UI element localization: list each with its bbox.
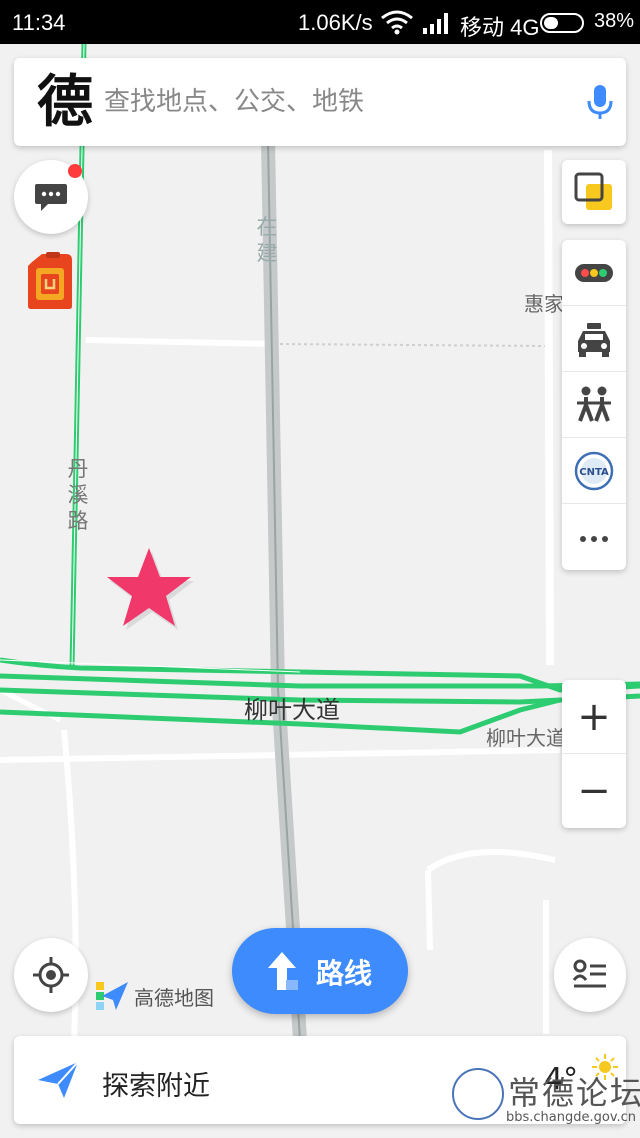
taxi-icon [578, 323, 610, 357]
road-label-char: 在 [256, 215, 278, 239]
layers-icon [574, 172, 612, 210]
fuel-can-icon[interactable] [26, 252, 74, 310]
more-button[interactable] [562, 504, 626, 570]
search-bar[interactable]: 德 [14, 58, 626, 146]
microphone-icon[interactable] [580, 82, 620, 122]
road-label-char: 路 [67, 509, 89, 533]
amap-logo-icon [96, 982, 128, 1010]
road-label-construction: 在 建 [255, 214, 279, 266]
road-label-liuye-side: 柳叶大道 [486, 726, 566, 750]
notification-dot [68, 164, 82, 178]
people-icon [577, 386, 611, 422]
traffic-button[interactable] [562, 240, 626, 306]
traffic-light-icon [575, 264, 613, 282]
forum-watermark: 常德论坛 bbs.changde.gov.cn [446, 1068, 640, 1132]
explore-nearby-label: 探索附近 [102, 1071, 210, 1102]
carrier-label: 移动 4G [460, 15, 540, 40]
battery-percent: 38% [594, 10, 635, 32]
right-toolbar: CNTA [562, 240, 626, 570]
chat-bubble-icon [35, 184, 67, 211]
search-input[interactable] [104, 80, 544, 124]
zoom-in-button[interactable]: + [562, 680, 626, 754]
status-time: 11:34 [12, 10, 66, 35]
layers-button[interactable] [562, 160, 626, 224]
road-label-danxi: 丹 溪 路 [66, 456, 90, 534]
cnta-text: CNTA [579, 467, 609, 478]
route-arrow-icon [268, 952, 298, 990]
battery-icon [540, 13, 584, 33]
network-speed: 1.06K/s [298, 10, 373, 35]
watermark-url: bbs.changde.gov.cn [506, 1110, 637, 1125]
brand-name: 高德地图 [134, 986, 214, 1010]
message-button[interactable] [14, 160, 88, 234]
watermark-title: 常德论坛 [508, 1074, 640, 1112]
road-label-char: 溪 [67, 483, 89, 507]
cell-signal-icon [423, 13, 448, 34]
list-card-icon [572, 959, 606, 988]
forum-seal-icon [452, 1068, 504, 1120]
wifi-icon [381, 10, 413, 35]
tourism-button[interactable]: CNTA [562, 438, 626, 504]
zoom-out-button[interactable]: − [562, 754, 626, 828]
crosshair-icon [33, 957, 69, 993]
more-dots-icon [580, 536, 608, 542]
zoom-controls: + − [562, 680, 626, 828]
road-label-char: 建 [256, 241, 278, 265]
favorite-star-marker[interactable] [104, 544, 194, 630]
list-view-button[interactable] [554, 938, 626, 1012]
people-button[interactable] [562, 372, 626, 438]
city-logo: 德 [37, 69, 93, 135]
road-label-char: 丹 [67, 457, 89, 481]
road-label-liuye-main: 柳叶大道 [244, 696, 340, 724]
status-bar: 11:34 1.06K/s 移动 4G 38% [0, 0, 640, 44]
paper-plane-icon [38, 1061, 79, 1098]
cnta-badge-icon: CNTA [574, 451, 614, 491]
route-label: 路线 [316, 957, 373, 990]
place-label-huijia: 惠家 [524, 292, 564, 316]
taxi-button[interactable] [562, 306, 626, 372]
locate-button[interactable] [14, 938, 88, 1012]
route-button[interactable]: 路线 [232, 928, 408, 1014]
